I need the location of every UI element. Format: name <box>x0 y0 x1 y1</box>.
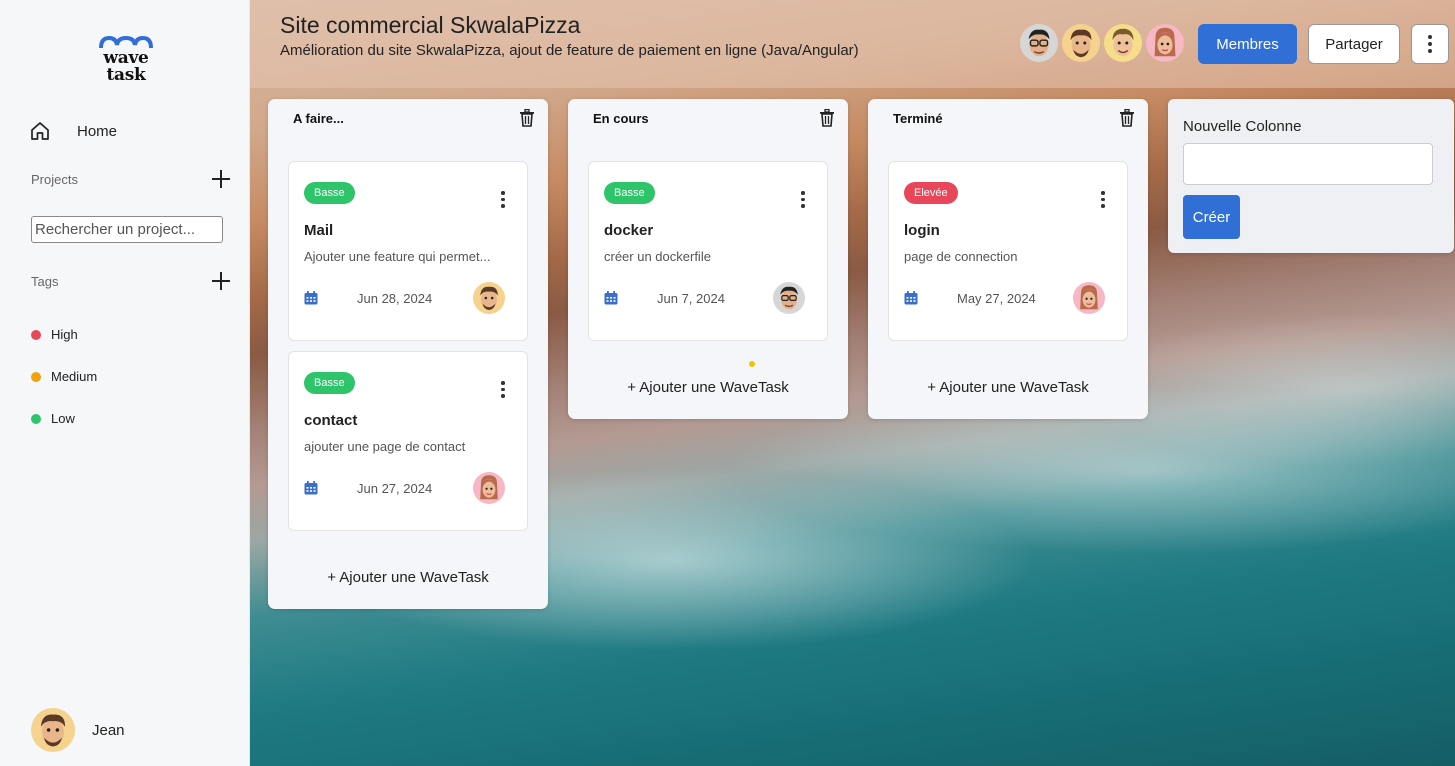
tag-item-low[interactable]: Low <box>31 411 75 426</box>
home-icon <box>31 122 49 140</box>
projects-label: Projects <box>31 171 78 187</box>
tags-label: Tags <box>31 273 59 289</box>
tag-dot-high-icon <box>31 329 41 340</box>
priority-badge: Basse <box>304 182 355 204</box>
column-title: A faire... <box>293 111 344 126</box>
add-wavetask-button[interactable]: + Ajouter une WaveTask <box>268 569 548 586</box>
project-search-input[interactable] <box>31 216 223 243</box>
card-description: créer un dockerfile <box>604 249 711 264</box>
tag-item-medium[interactable]: Medium <box>31 369 97 384</box>
card-title: login <box>904 222 940 239</box>
calendar-icon <box>304 481 318 495</box>
vertical-dots-icon <box>499 191 507 208</box>
more-options-button[interactable] <box>1411 24 1449 64</box>
trash-icon[interactable] <box>1119 109 1135 127</box>
avatar-woman-icon <box>473 472 505 504</box>
task-card[interactable]: Basse Mail Ajouter une feature qui perme… <box>288 161 528 341</box>
column-title: En cours <box>593 111 649 126</box>
sidebar: wave task Home Projects Tags High Medium… <box>0 0 250 766</box>
card-due-date: Jun 28, 2024 <box>357 291 433 306</box>
column-en-cours: En cours Basse docker créer un dockerfil… <box>568 99 848 419</box>
card-due-date: Jun 7, 2024 <box>657 291 725 306</box>
board-area: Site commercial SkwalaPizza Amélioration… <box>250 0 1455 766</box>
calendar-icon <box>904 291 918 305</box>
project-description: Amélioration du site SkwalaPizza, ajout … <box>280 42 859 59</box>
create-column-button[interactable]: Créer <box>1183 195 1240 239</box>
card-menu-button[interactable] <box>799 191 807 208</box>
vertical-dots-icon <box>1428 35 1432 53</box>
new-column-label: Nouvelle Colonne <box>1183 118 1302 135</box>
card-description: ajouter une page de contact <box>304 439 466 454</box>
member-avatars <box>1020 24 1188 62</box>
tag-item-high[interactable]: High <box>31 327 78 342</box>
project-title: Site commercial SkwalaPizza <box>280 12 581 38</box>
priority-badge: Elevée <box>904 182 958 204</box>
home-label: Home <box>77 122 118 140</box>
user-profile[interactable]: Jean <box>31 708 125 752</box>
user-name: Jean <box>92 721 125 739</box>
priority-badge: Basse <box>604 182 655 204</box>
card-menu-button[interactable] <box>499 381 507 398</box>
vertical-dots-icon <box>499 381 507 398</box>
priority-badge: Basse <box>304 372 355 394</box>
sidebar-item-home[interactable]: Home <box>30 118 117 144</box>
members-button[interactable]: Membres <box>1198 24 1297 64</box>
add-project-plus-icon[interactable] <box>211 169 231 189</box>
avatar-woman-icon <box>1073 282 1105 314</box>
column-termine: Terminé Elevée login page de connection … <box>868 99 1148 419</box>
avatar-man-beard-icon <box>473 282 505 314</box>
add-tag-plus-icon[interactable] <box>211 271 231 291</box>
avatar-woman-icon[interactable] <box>1146 24 1184 62</box>
avatar-man-beard-icon[interactable] <box>1062 24 1100 62</box>
card-due-date: Jun 27, 2024 <box>357 481 433 496</box>
card-menu-button[interactable] <box>499 191 507 208</box>
card-title: contact <box>304 412 358 429</box>
card-due-date: May 27, 2024 <box>957 291 1036 306</box>
loading-dot-icon <box>749 361 755 367</box>
add-wavetask-button[interactable]: + Ajouter une WaveTask <box>568 379 848 396</box>
tag-label: High <box>51 327 78 342</box>
vertical-dots-icon <box>1099 191 1107 208</box>
trash-icon[interactable] <box>819 109 835 127</box>
column-title: Terminé <box>893 111 943 126</box>
card-menu-button[interactable] <box>1099 191 1107 208</box>
tag-label: Low <box>51 411 75 426</box>
card-description: Ajouter une feature qui permet... <box>304 249 491 264</box>
avatar-man-glasses-icon[interactable] <box>1020 24 1058 62</box>
add-wavetask-button[interactable]: + Ajouter une WaveTask <box>868 379 1148 396</box>
tags-section-header: Tags <box>31 271 231 291</box>
tag-dot-low-icon <box>31 413 41 424</box>
logo-text-task: task <box>106 65 146 85</box>
avatar-man-glasses-icon <box>773 282 805 314</box>
new-column-name-input[interactable] <box>1183 143 1433 185</box>
projects-section-header: Projects <box>31 169 231 189</box>
project-header: Site commercial SkwalaPizza Amélioration… <box>250 0 1455 88</box>
card-title: docker <box>604 222 654 239</box>
share-button[interactable]: Partager <box>1308 24 1400 64</box>
task-card[interactable]: Basse contact ajouter une page de contac… <box>288 351 528 531</box>
user-avatar-icon <box>31 708 75 752</box>
vertical-dots-icon <box>799 191 807 208</box>
task-card[interactable]: Elevée login page de connection May 27, … <box>888 161 1128 341</box>
avatar-man-blond-icon[interactable] <box>1104 24 1142 62</box>
card-description: page de connection <box>904 249 1018 264</box>
trash-icon[interactable] <box>519 109 535 127</box>
tag-dot-medium-icon <box>31 371 41 382</box>
calendar-icon <box>304 291 318 305</box>
calendar-icon <box>604 291 618 305</box>
task-card[interactable]: Basse docker créer un dockerfile Jun 7, … <box>588 161 828 341</box>
column-a-faire: A faire... Basse Mail Ajouter une featur… <box>268 99 548 609</box>
new-column-panel: Nouvelle Colonne Créer <box>1168 99 1454 253</box>
card-title: Mail <box>304 222 334 239</box>
tag-label: Medium <box>51 369 98 384</box>
wavetask-logo[interactable]: wave task <box>96 36 156 92</box>
